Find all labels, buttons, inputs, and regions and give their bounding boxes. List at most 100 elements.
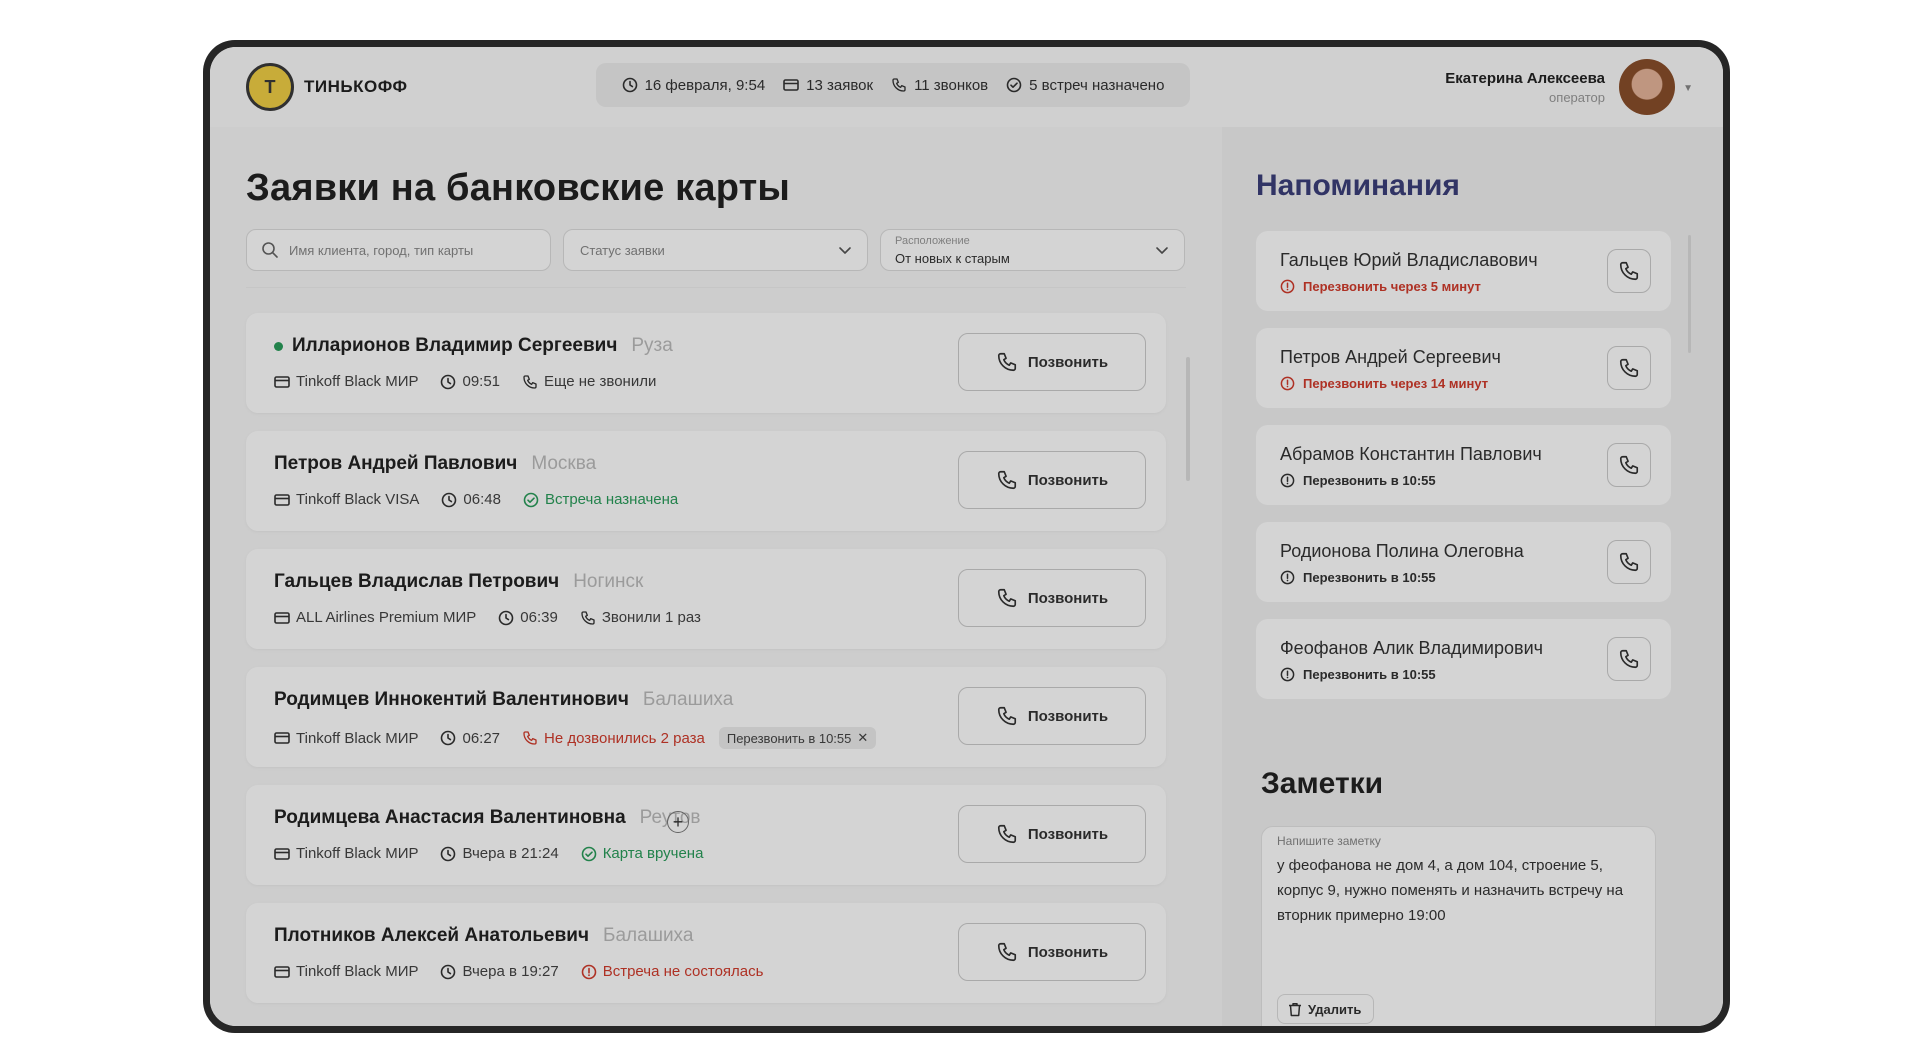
new-indicator-dot	[274, 341, 283, 351]
reminder-card[interactable]: Родионова Полина Олеговна Перезвонить в …	[1256, 522, 1671, 602]
user-info: Екатерина Алексеева оператор	[1445, 70, 1605, 105]
chevron-down-icon[interactable]: ▼	[1683, 83, 1693, 94]
search-placeholder: Имя клиента, город, тип карты	[289, 243, 474, 258]
phone-icon	[891, 77, 907, 93]
callback-tag[interactable]: Перезвонить в 10:55 ✕	[718, 727, 877, 749]
trash-icon	[1288, 1002, 1302, 1017]
app-header: T ТИНЬКОФФ 16 февраля, 9:54 13 заявок 11…	[210, 47, 1723, 127]
client-name: Гальцев Владислав Петрович	[274, 571, 560, 592]
reminder-card[interactable]: Гальцев Юрий Владиславович Перезвонить ч…	[1256, 231, 1671, 311]
client-name-line: Илларионов Владимир Сергеевич Руза	[274, 335, 673, 357]
reminder-note-text: Перезвонить в 10:55	[1303, 667, 1436, 682]
reminder-note-text: Перезвонить в 10:55	[1303, 570, 1436, 585]
call-button-label: Позвонить	[1027, 589, 1109, 607]
reminder-call-button[interactable]	[1607, 346, 1651, 390]
chevron-down-icon	[837, 242, 853, 258]
sidebar-scrollbar[interactable]	[1688, 235, 1691, 353]
reminder-card[interactable]: Петров Андрей Сергеевич Перезвонить чере…	[1256, 328, 1671, 408]
card-meta: Tinkoff Black МИР Вчера в 19:27 Встреча …	[274, 963, 763, 980]
reminder-note-text: Перезвонить в 10:55	[1303, 473, 1436, 488]
card-icon	[274, 731, 290, 745]
reminder-call-button[interactable]	[1607, 249, 1651, 293]
phone-missed-icon	[522, 730, 538, 746]
phone-icon	[1618, 357, 1640, 379]
delete-note-button[interactable]: Удалить	[1277, 994, 1375, 1024]
card-type: Tinkoff Black МИР	[296, 963, 419, 980]
delete-note-label: Удалить	[1308, 1001, 1362, 1017]
request-card[interactable]: Гальцев Владислав Петрович Ногинск ALL A…	[246, 549, 1166, 649]
logo[interactable]: T ТИНЬКОФФ	[246, 63, 408, 111]
client-city: Балашиха	[603, 925, 694, 946]
call-button-label: Позвонить	[1027, 353, 1109, 371]
card-meta: Tinkoff Black VISA 06:48 Встреча назначе…	[274, 491, 678, 508]
search-input[interactable]: Имя клиента, город, тип карты	[246, 229, 551, 271]
card-icon	[274, 965, 290, 979]
reminder-card[interactable]: Феофанов Алик Владимирович Перезвонить в…	[1256, 619, 1671, 699]
reminder-call-button[interactable]	[1607, 637, 1651, 681]
client-city: Ногинск	[573, 571, 644, 592]
user-menu[interactable]: Екатерина Алексеева оператор ▼	[1445, 59, 1693, 115]
client-name-line: Родимцева Анастасия Валентиновна Реутов	[274, 807, 700, 829]
reminder-card[interactable]: Абрамов Константин Павлович Перезвонить …	[1256, 425, 1671, 505]
reminder-note-text: Перезвонить через 5 минут	[1303, 279, 1481, 294]
phone-icon	[1618, 260, 1640, 282]
card-type: Tinkoff Black МИР	[296, 729, 419, 747]
check-circle-icon	[1006, 77, 1022, 93]
card-meta: ALL Airlines Premium МИР 06:39 Звонили 1…	[274, 609, 701, 626]
avatar[interactable]	[1619, 59, 1675, 115]
stat-meetings: 5 встреч назначено	[1006, 77, 1164, 94]
note-textarea[interactable]: Напишите заметку у феофанова не дом 4, а…	[1261, 826, 1656, 1026]
stats-bar: 16 февраля, 9:54 13 заявок 11 звонков 5 …	[596, 63, 1190, 107]
note-label: Напишите заметку	[1277, 834, 1381, 848]
request-card[interactable]: Илларионов Владимир Сергеевич Руза Tinko…	[246, 313, 1166, 413]
reminder-call-button[interactable]	[1607, 443, 1651, 487]
call-button[interactable]: Позвонить	[958, 569, 1146, 627]
plus-icon[interactable]: +	[667, 811, 689, 833]
request-card[interactable]: Петров Андрей Павлович Москва Tinkoff Bl…	[246, 431, 1166, 531]
search-icon	[261, 241, 279, 259]
logo-text: ТИНЬКОФФ	[304, 77, 408, 96]
clock-icon	[440, 730, 456, 746]
user-role: оператор	[1549, 89, 1605, 105]
request-card[interactable]: Плотников Алексей Анатольевич Балашиха T…	[246, 903, 1166, 1003]
phone-icon	[1618, 454, 1640, 476]
call-button[interactable]: Позвонить	[958, 805, 1146, 863]
call-button-label: Позвонить	[1027, 707, 1109, 725]
client-name: Плотников Алексей Анатольевич	[274, 925, 590, 946]
card-icon	[274, 611, 290, 625]
client-name-line: Плотников Алексей Анатольевич Балашиха	[274, 925, 693, 947]
clock-icon	[440, 374, 456, 390]
request-time: Вчера в 21:24	[462, 845, 559, 862]
client-name: Илларионов Владимир Сергеевич	[292, 335, 618, 356]
list-scrollbar[interactable]	[1186, 357, 1190, 481]
stat-calls-text: 11 звонков	[914, 76, 989, 94]
page-title: Заявки на банковские карты	[246, 167, 791, 209]
status-select[interactable]: Статус заявки	[563, 229, 868, 271]
client-name: Родимцев Иннокентий Валентинович	[274, 689, 629, 710]
reminder-note: Перезвонить в 10:55	[1280, 667, 1436, 682]
reminder-name: Петров Андрей Сергеевич	[1280, 347, 1501, 367]
call-button[interactable]: Позвонить	[958, 923, 1146, 981]
status-placeholder: Статус заявки	[580, 243, 665, 258]
clock-icon	[622, 77, 638, 93]
call-button[interactable]: Позвонить	[958, 333, 1146, 391]
reminder-call-button[interactable]	[1607, 540, 1651, 584]
check-circle-icon	[581, 846, 597, 862]
phone-icon	[1618, 648, 1640, 670]
request-card[interactable]: Родимцев Иннокентий Валентинович Балаших…	[246, 667, 1166, 767]
callback-tag-label: Перезвонить в 10:55	[726, 730, 852, 746]
sort-select[interactable]: Расположение От новых к старым	[880, 229, 1185, 271]
request-card[interactable]: Родимцева Анастасия Валентиновна Реутов …	[246, 785, 1166, 885]
client-name-line: Петров Андрей Павлович Москва	[274, 453, 596, 475]
request-time: Вчера в 19:27	[462, 963, 559, 980]
logo-emblem-icon: T	[246, 63, 294, 111]
stat-datetime-text: 16 февраля, 9:54	[644, 76, 766, 94]
client-name-line: Гальцев Владислав Петрович Ногинск	[274, 571, 643, 593]
alert-circle-icon	[1280, 667, 1295, 682]
card-icon	[274, 375, 290, 389]
request-time: 06:27	[462, 729, 501, 747]
call-button[interactable]: Позвонить	[958, 687, 1146, 745]
call-button[interactable]: Позвонить	[958, 451, 1146, 509]
reminder-note: Перезвонить через 5 минут	[1280, 279, 1481, 294]
close-icon[interactable]: ✕	[857, 730, 868, 746]
